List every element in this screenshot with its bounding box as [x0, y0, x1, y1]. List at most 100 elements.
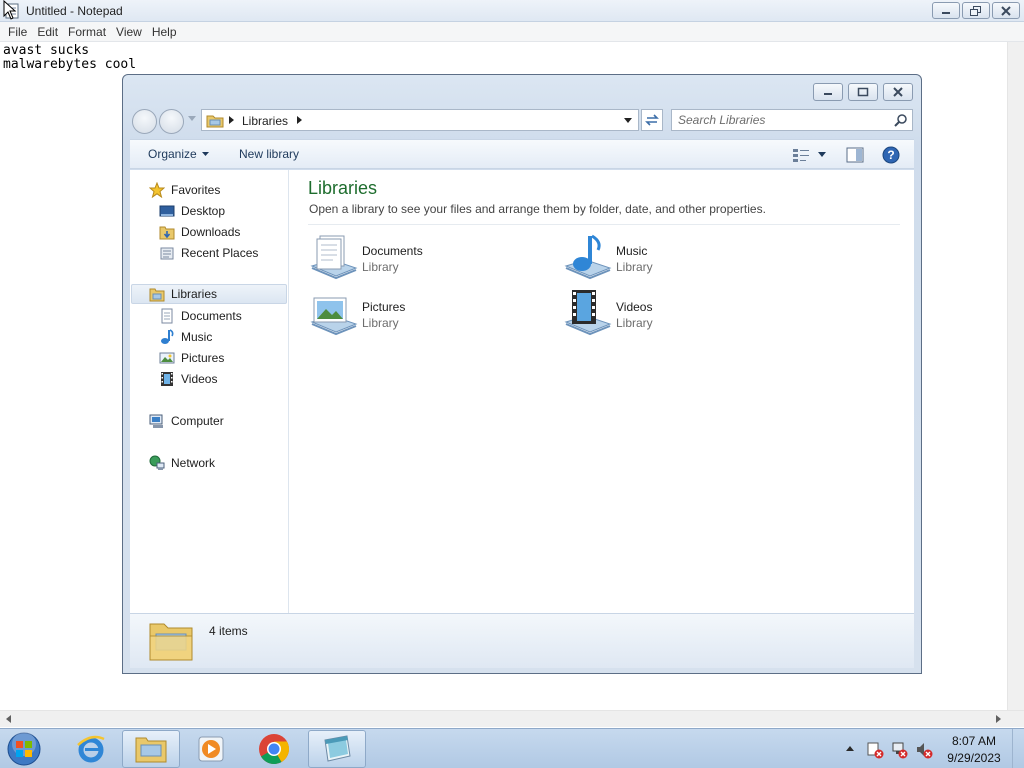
windows-start-icon [7, 732, 41, 766]
library-videos[interactable]: Videos Library [562, 288, 782, 338]
menu-help[interactable]: Help [147, 25, 182, 39]
nav-pictures-label: Pictures [181, 351, 225, 365]
new-library-button[interactable]: New library [239, 147, 299, 161]
organize-button[interactable]: Organize [148, 147, 209, 161]
nav-favorites-label: Favorites [171, 183, 221, 197]
network-icon [149, 455, 165, 471]
nav-libraries[interactable]: Libraries [131, 284, 287, 304]
nav-music-label: Music [181, 330, 213, 344]
address-dropdown-icon[interactable] [624, 118, 632, 124]
nav-pictures[interactable]: Pictures [159, 348, 224, 368]
videos-library-icon [564, 290, 612, 336]
notepad-title-bar[interactable]: Untitled - Notepad [0, 0, 1024, 22]
forward-button[interactable] [159, 109, 184, 134]
explorer-minimize-button[interactable] [813, 83, 843, 101]
nav-favorites[interactable]: Favorites [149, 180, 220, 200]
view-options-dropdown-icon[interactable] [818, 152, 826, 157]
nav-network[interactable]: Network [149, 453, 215, 473]
clock-date[interactable]: 9/29/2023 [940, 751, 1008, 765]
volume-muted-icon[interactable] [915, 741, 933, 759]
pictures-icon [159, 350, 175, 366]
library-documents[interactable]: Documents Library [308, 232, 528, 282]
documents-icon [159, 308, 175, 324]
library-music-name: Music [616, 244, 648, 258]
refresh-button[interactable] [641, 109, 663, 131]
nav-documents[interactable]: Documents [159, 306, 242, 326]
pictures-library-icon [310, 297, 358, 336]
library-videos-type: Library [616, 316, 653, 330]
taskbar-internet-explorer[interactable] [62, 730, 120, 768]
menu-view[interactable]: View [111, 25, 147, 39]
preview-pane-icon[interactable] [846, 147, 864, 163]
nav-recent-places[interactable]: Recent Places [159, 243, 258, 263]
libraries-folder-icon [206, 115, 224, 128]
explorer-icon [135, 737, 167, 763]
notepad-restore-button[interactable] [962, 2, 990, 19]
search-box[interactable] [671, 109, 913, 131]
libraries-explorer-window: Libraries Organize New library [122, 74, 922, 674]
svg-text:?: ? [887, 148, 894, 162]
scroll-right-icon[interactable] [996, 715, 1002, 723]
organize-label: Organize [148, 147, 197, 161]
explorer-maximize-button[interactable] [848, 83, 878, 101]
nav-computer[interactable]: Computer [149, 411, 224, 431]
search-icon[interactable] [894, 113, 908, 127]
taskbar-notepad[interactable] [308, 730, 366, 768]
computer-icon [149, 413, 165, 429]
scroll-left-icon[interactable] [6, 715, 12, 723]
nav-libraries-label: Libraries [171, 287, 218, 301]
recent-places-icon [159, 245, 175, 261]
address-bar[interactable]: Libraries [201, 109, 639, 131]
notepad-text-area[interactable]: avast sucks malwarebytes cool [3, 44, 136, 71]
search-input[interactable] [678, 112, 888, 128]
internet-explorer-icon [77, 735, 105, 763]
menu-edit[interactable]: Edit [32, 25, 63, 39]
menu-file[interactable]: File [3, 25, 32, 39]
notepad-minimize-button[interactable] [932, 2, 960, 19]
taskbar-chrome[interactable] [245, 730, 303, 768]
show-desktop-button[interactable] [1012, 729, 1024, 768]
show-hidden-icons-icon[interactable] [846, 746, 854, 752]
nav-desktop[interactable]: Desktop [159, 201, 225, 221]
nav-downloads[interactable]: Downloads [159, 222, 240, 242]
notepad-close-button[interactable] [992, 2, 1020, 19]
navigation-bar: Libraries [129, 105, 915, 139]
start-button[interactable] [4, 730, 44, 768]
network-status-icon[interactable] [890, 741, 908, 759]
chevron-down-icon [201, 152, 209, 157]
explorer-close-button[interactable] [883, 83, 913, 101]
minimize-icon [824, 93, 832, 95]
recent-pages-dropdown-icon[interactable] [188, 116, 196, 122]
downloads-folder-icon [159, 224, 175, 240]
restore-icon [970, 5, 981, 16]
action-center-icon[interactable] [866, 741, 884, 759]
item-count: 4 items [209, 624, 248, 638]
back-button[interactable] [132, 109, 157, 134]
library-music-type: Library [616, 260, 653, 274]
help-icon[interactable]: ? [882, 146, 900, 164]
notepad-vertical-scrollbar[interactable] [1007, 42, 1024, 710]
menu-format[interactable]: Format [63, 25, 111, 39]
taskbar-windows-explorer[interactable] [122, 730, 180, 768]
content-pane: Libraries Open a library to see your fil… [290, 170, 914, 613]
library-music[interactable]: Music Library [562, 232, 782, 282]
maximize-icon [857, 87, 869, 97]
breadcrumb-arrow-icon[interactable] [297, 116, 303, 124]
nav-videos-label: Videos [181, 372, 218, 386]
breadcrumb-arrow-icon[interactable] [229, 116, 235, 124]
nav-documents-label: Documents [181, 309, 242, 323]
navigation-pane: Favorites Desktop Downloads Recent Place… [130, 170, 289, 613]
nav-videos[interactable]: Videos [159, 369, 217, 389]
command-bar: Organize New library ? [130, 139, 914, 169]
notepad-horizontal-scrollbar[interactable] [0, 710, 1024, 727]
content-divider [308, 224, 900, 225]
change-view-icon[interactable] [792, 148, 810, 162]
library-pictures[interactable]: Pictures Library [308, 288, 528, 338]
breadcrumb-libraries[interactable]: Libraries [242, 114, 288, 128]
taskbar-media-player[interactable] [182, 730, 240, 768]
clock-time[interactable]: 8:07 AM [940, 734, 1008, 748]
content-description: Open a library to see your files and arr… [309, 202, 766, 216]
notepad-title: Untitled - Notepad [26, 4, 123, 18]
nav-music[interactable]: Music [159, 327, 212, 347]
libraries-folder-large-icon [149, 623, 193, 661]
